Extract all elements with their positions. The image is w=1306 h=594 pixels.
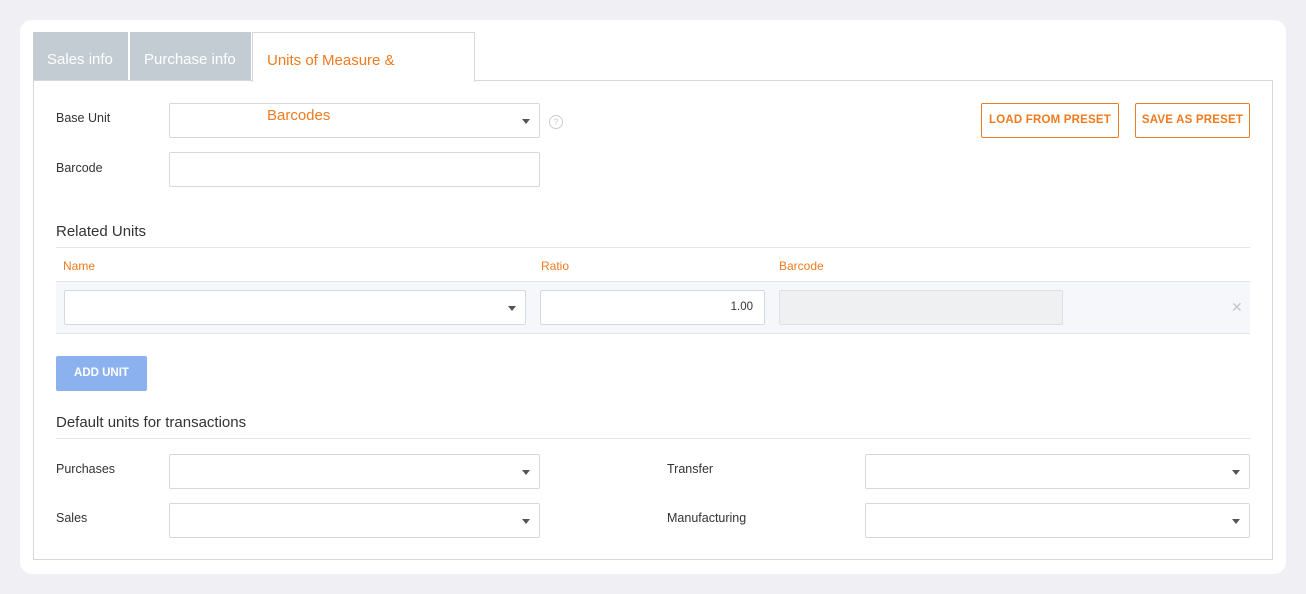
tab-sales-info[interactable]: Sales info	[33, 32, 128, 81]
base-unit-select[interactable]	[169, 103, 540, 138]
tab-units-of-measure[interactable]: Units of Measure & Barcodes	[252, 32, 475, 124]
divider	[56, 247, 1250, 248]
default-units-title: Default units for transactions	[56, 414, 247, 431]
column-header-name: Name	[63, 259, 96, 273]
sales-label: Sales	[56, 511, 88, 525]
help-icon[interactable]: ?	[549, 115, 563, 129]
purchases-label: Purchases	[56, 462, 116, 476]
related-unit-name-select[interactable]	[64, 290, 526, 325]
column-header-ratio: Ratio	[541, 259, 570, 273]
column-header-barcode: Barcode	[779, 259, 824, 273]
table-row: 1.00 ✕	[56, 282, 1250, 333]
barcode-label: Barcode	[56, 161, 103, 175]
ratio-value: 1.00	[730, 301, 753, 313]
purchases-unit-select[interactable]	[169, 454, 540, 489]
add-unit-button[interactable]: ADD UNIT	[56, 356, 147, 391]
units-panel: Base Unit ? LOAD FROM PRESET SAVE AS PRE…	[33, 80, 1273, 560]
save-as-preset-button[interactable]: SAVE AS PRESET	[1135, 103, 1250, 138]
divider	[56, 438, 1250, 439]
chevron-down-icon	[522, 119, 530, 124]
transfer-unit-select[interactable]	[865, 454, 1250, 489]
barcode-input[interactable]	[169, 152, 540, 187]
related-unit-barcode-input	[779, 290, 1063, 325]
close-icon[interactable]: ✕	[1231, 299, 1243, 316]
product-card: Sales info Purchase info Units of Measur…	[20, 20, 1286, 574]
tab-purchase-info[interactable]: Purchase info	[130, 32, 251, 81]
transfer-label: Transfer	[667, 462, 714, 476]
chevron-down-icon	[522, 519, 530, 524]
divider	[56, 333, 1250, 334]
ratio-input[interactable]: 1.00	[540, 290, 765, 325]
manufacturing-label: Manufacturing	[667, 511, 747, 525]
chevron-down-icon	[1232, 519, 1240, 524]
base-unit-label: Base Unit	[56, 111, 111, 125]
chevron-down-icon	[1232, 470, 1240, 475]
chevron-down-icon	[508, 306, 516, 311]
sales-unit-select[interactable]	[169, 503, 540, 538]
related-units-title: Related Units	[56, 223, 147, 240]
manufacturing-unit-select[interactable]	[865, 503, 1250, 538]
load-from-preset-button[interactable]: LOAD FROM PRESET	[981, 103, 1119, 138]
chevron-down-icon	[522, 470, 530, 475]
